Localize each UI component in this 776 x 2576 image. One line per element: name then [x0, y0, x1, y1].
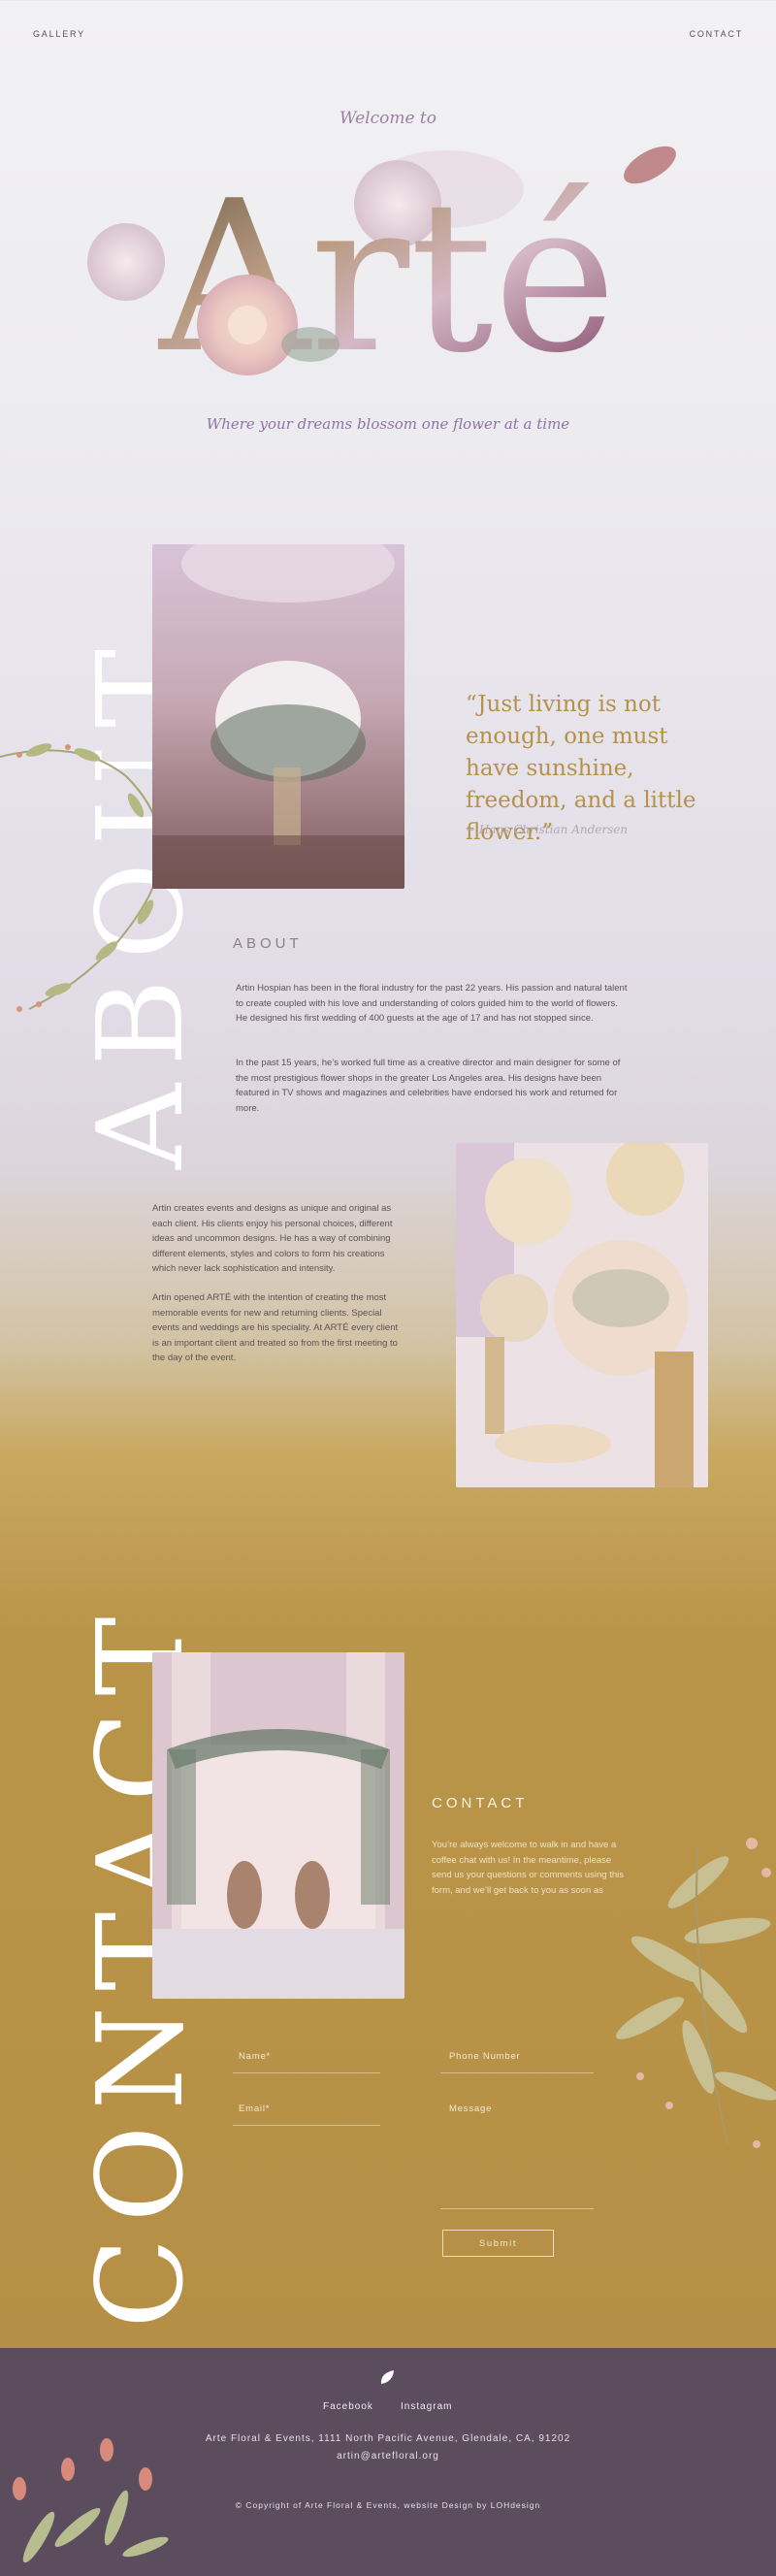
name-field-label: Name*	[239, 2051, 272, 2062]
message-field-label: Message	[449, 2103, 493, 2114]
about-section-label: ABOUT	[233, 935, 303, 952]
hero-welcome: Welcome to	[340, 109, 436, 128]
hero-tagline: Where your dreams blossom one flower at …	[206, 415, 570, 433]
hero-title-block: Arté	[78, 146, 698, 399]
about-paragraph-4: Artin opened ARTÉ with the intention of …	[152, 1292, 399, 1363]
contact-form: Name* Phone Number Email* Message Submit	[233, 2038, 776, 2266]
nav-contact-link[interactable]: CONTACT	[690, 29, 743, 39]
contact-intro-text: You’re always welcome to walk in and hav…	[432, 1840, 625, 1896]
phone-field[interactable]	[440, 2072, 594, 2073]
email-field-label: Email*	[239, 2103, 271, 2114]
about-photo-arrangement	[456, 1143, 708, 1487]
email-field[interactable]	[233, 2125, 380, 2126]
submit-button[interactable]: Submit	[442, 2230, 554, 2257]
message-field[interactable]	[440, 2208, 594, 2209]
about-paragraph-1: Artin Hospian has been in the floral ind…	[236, 983, 628, 1024]
footer-floral-decoration	[13, 2438, 169, 2563]
contact-section-label: CONTACT	[432, 1795, 529, 1811]
nav-gallery-link[interactable]: GALLERY	[33, 29, 85, 39]
about-paragraph-2: In the past 15 years, he’s worked full t…	[236, 1058, 621, 1114]
footer: Facebook Instagram Arte Floral & Events,…	[0, 2348, 776, 2576]
footer-facebook-link[interactable]: Facebook	[323, 2401, 373, 2412]
leaf-logo-icon	[380, 2370, 394, 2384]
about-quote-author: ~ Hans Christian Andersen	[466, 823, 629, 836]
name-field[interactable]	[233, 2072, 380, 2073]
about-paragraph-3: Artin creates events and designs as uniq…	[152, 1203, 393, 1274]
footer-instagram-link[interactable]: Instagram	[401, 2401, 452, 2412]
contact-photo-backdrop	[152, 1652, 404, 1999]
hero-floral-art: Arté	[87, 146, 676, 399]
phone-field-label: Phone Number	[449, 2051, 521, 2062]
about-photo-centerpiece	[152, 544, 404, 889]
